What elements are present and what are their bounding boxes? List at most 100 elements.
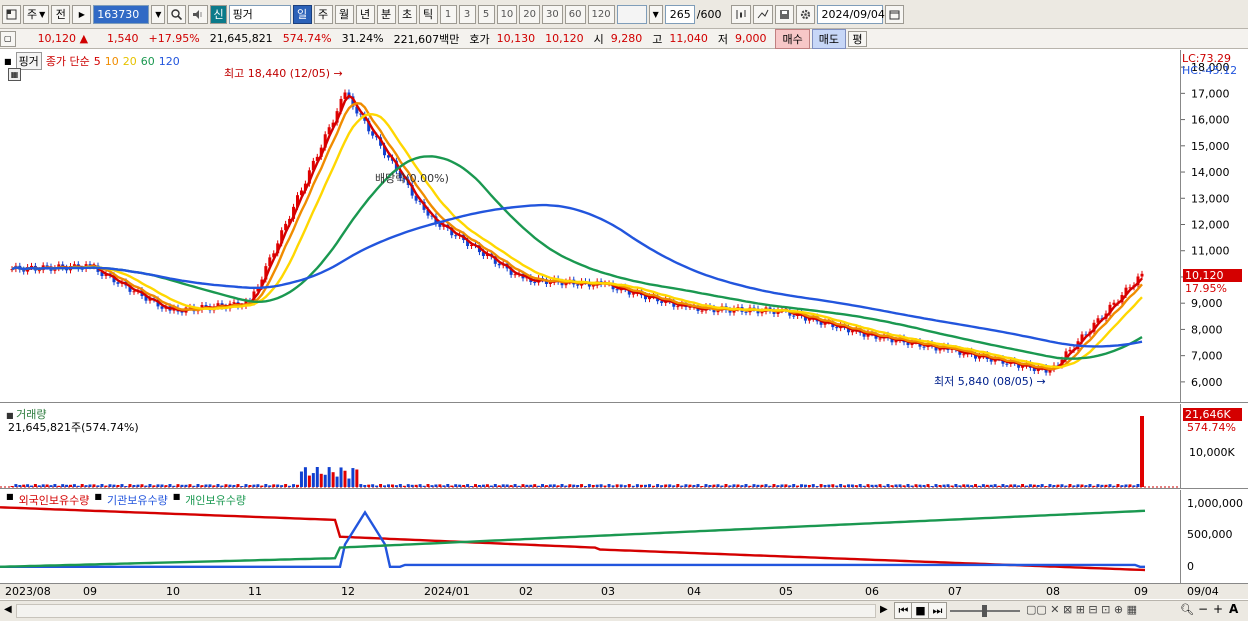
volume-bar: [529, 484, 533, 487]
zoom-icon[interactable]: 🔍︎: [1180, 603, 1194, 616]
period-select[interactable]: 주 ▼: [23, 4, 50, 24]
volume-bar: [232, 484, 236, 487]
holding-panel[interactable]: ■ 외국인보유수량 ■ 기관보유수량 ■ 개인보유수량: [0, 490, 1180, 583]
individual-holding-label[interactable]: 개인보유수량: [185, 492, 246, 508]
ma-20-label[interactable]: 20: [123, 55, 137, 68]
buy-button[interactable]: 매수: [775, 28, 810, 49]
volume-bar: [481, 484, 485, 487]
volume-bar: [728, 485, 732, 487]
drawing-tool-icon[interactable]: [753, 4, 774, 24]
next-button[interactable]: ▶: [72, 4, 92, 24]
volume-bar: [922, 484, 926, 487]
volume-bar: [410, 484, 414, 487]
code-dropdown-button[interactable]: ▼: [151, 4, 166, 24]
period-year[interactable]: 년: [355, 4, 375, 24]
interval-60[interactable]: 60: [564, 4, 586, 24]
period-month[interactable]: 월: [334, 4, 354, 24]
zoom-out-icon[interactable]: −: [1198, 602, 1208, 616]
volume-bar: [977, 485, 981, 487]
volume-bar: [985, 484, 989, 487]
institution-holding-label[interactable]: 기관보유수량: [107, 492, 168, 508]
count-input[interactable]: 265: [664, 4, 695, 24]
volume-bar: [284, 484, 288, 487]
volume-bar: [33, 484, 37, 487]
grid-toggle-icon[interactable]: ▦: [8, 68, 21, 81]
interval-3[interactable]: 3: [458, 4, 476, 24]
interval-120[interactable]: 120: [587, 4, 615, 24]
volume-bar: [788, 485, 792, 487]
volume-bar: [120, 484, 124, 487]
price-panel[interactable]: ■ 핑거 종가 단순 5 10 20 60 120 ▦ 최고 18,440 (1…: [0, 50, 1180, 403]
stock-name-field[interactable]: 핑거: [228, 4, 291, 24]
interval-5[interactable]: 5: [477, 4, 495, 24]
candle-body: [1140, 273, 1144, 277]
volume-bar: [493, 484, 497, 487]
interval-dropdown-button[interactable]: ▼: [648, 4, 663, 24]
volume-chart[interactable]: [0, 404, 1180, 489]
save-icon[interactable]: [775, 4, 795, 24]
interval-10[interactable]: 10: [496, 4, 518, 24]
calendar-icon[interactable]: [885, 4, 905, 24]
volume-bar: [708, 484, 712, 487]
zoom-slider-thumb[interactable]: [982, 605, 987, 617]
interval-20[interactable]: 20: [519, 4, 541, 24]
volume-bar: [676, 484, 680, 487]
date-input[interactable]: 2024/09/04: [817, 4, 885, 24]
scroll-track[interactable]: [16, 604, 876, 618]
gear-icon[interactable]: [796, 4, 816, 24]
last-page-icon[interactable]: ⏭: [928, 602, 947, 619]
volume-bar: [870, 484, 874, 487]
font-size-icon[interactable]: A: [1229, 602, 1238, 616]
indicator-icon[interactable]: [731, 4, 752, 24]
price-tick-label: 11,000: [1191, 245, 1230, 258]
prev-button[interactable]: 전: [51, 4, 71, 24]
volume-bar: [1076, 484, 1080, 487]
period-second[interactable]: 초: [397, 4, 417, 24]
volume-bar: [544, 485, 548, 487]
eval-button[interactable]: 평: [847, 30, 867, 47]
volume-bar: [926, 484, 930, 487]
volume-bar: [30, 485, 33, 487]
candle-body: [676, 306, 680, 308]
volume-bar: [458, 484, 462, 487]
volume-bar: [1009, 484, 1013, 487]
hc-value: HC:-45.12: [1182, 64, 1238, 77]
volume-bar: [450, 485, 454, 487]
quote-toggle-icon[interactable]: ▢: [0, 30, 16, 47]
interval-1[interactable]: 1: [439, 4, 457, 24]
ma-120-label[interactable]: 120: [159, 55, 180, 68]
price-chart[interactable]: [0, 50, 1180, 403]
zoom-in-icon[interactable]: +: [1213, 602, 1223, 616]
volume-bar: [815, 485, 819, 487]
x-label-current: 09/04: [1187, 585, 1219, 598]
scroll-right-icon[interactable]: ▶: [880, 604, 888, 615]
volume-bar: [466, 484, 470, 487]
sell-button[interactable]: 매도: [811, 28, 846, 49]
period-day[interactable]: 일: [292, 4, 312, 24]
ma-10-label[interactable]: 10: [105, 55, 119, 68]
volume-bar: [890, 485, 894, 487]
volume-bar: [501, 484, 505, 487]
volume-bar: [930, 485, 934, 487]
volume-bar: [811, 484, 815, 487]
period-minute[interactable]: 분: [376, 4, 396, 24]
price-tick-label: 15,000: [1191, 140, 1230, 153]
volume-bar: [1024, 485, 1028, 487]
search-icon[interactable]: [167, 4, 187, 24]
window-icon[interactable]: [2, 4, 21, 24]
volume-panel[interactable]: ■ 거래량 21,645,821주(574.74%): [0, 404, 1180, 489]
scroll-left-icon[interactable]: ◀: [4, 604, 12, 615]
interval-custom-input[interactable]: [616, 4, 647, 24]
volume-bar: [974, 484, 978, 487]
foreign-holding-label[interactable]: 외국인보유수량: [19, 492, 90, 508]
tool-icons[interactable]: ▢▢ ✕ ⊠ ⊞ ⊟ ⊡ ⊕ ▦: [1026, 603, 1137, 616]
ma-60-label[interactable]: 60: [141, 55, 155, 68]
interval-30[interactable]: 30: [542, 4, 563, 24]
period-week[interactable]: 주: [313, 4, 333, 24]
code-input[interactable]: 163730: [93, 4, 150, 24]
speaker-icon[interactable]: [188, 4, 209, 24]
period-tick[interactable]: 틱: [418, 4, 438, 24]
ma-5-label[interactable]: 5: [94, 55, 101, 68]
volume-bar: [264, 484, 268, 487]
volume-bar: [796, 485, 800, 487]
